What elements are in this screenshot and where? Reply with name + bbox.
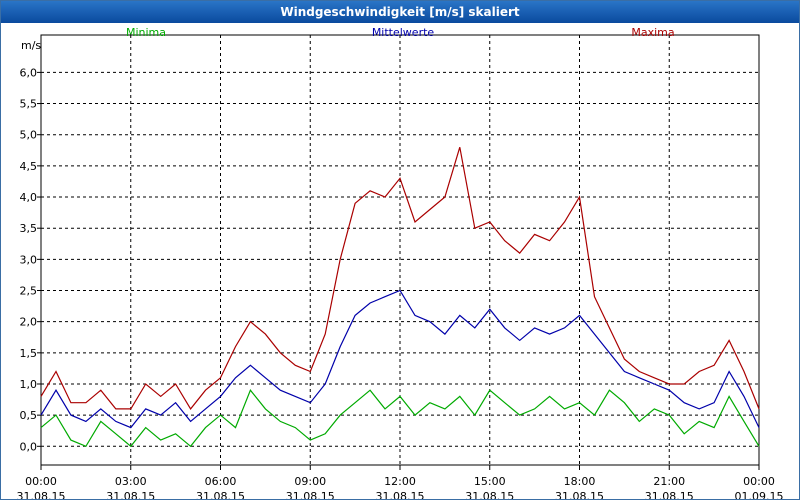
y-axis-ticks: 0,0 0,5 1,0 1,5 2,0 2,5 3,0 3,5 4,0 4,5 5,0 5,5 6,0 (20, 66, 41, 453)
y-tick-label: 2,5 (20, 285, 38, 298)
x-tick-date: 31.08.15 (555, 490, 604, 499)
x-tick-time: 06:00 (205, 475, 237, 488)
y-tick-label: 6,0 (20, 66, 38, 79)
legend-maxima: Maxima (631, 26, 674, 39)
y-tick-label: 4,0 (20, 191, 38, 204)
y-tick-label: 1,5 (20, 347, 38, 360)
x-tick-time: 15:00 (474, 475, 506, 488)
x-tick-date: 31.08.15 (286, 490, 335, 499)
x-tick-time: 00:00 (743, 475, 775, 488)
x-tick-time: 09:00 (294, 475, 326, 488)
y-tick-label: 1,0 (20, 378, 38, 391)
plot-area (40, 34, 760, 466)
y-tick-label: 4,5 (20, 160, 38, 173)
y-tick-label: 5,0 (20, 129, 38, 142)
y-axis-label: m/s (21, 39, 41, 52)
x-tick-time: 18:00 (564, 475, 596, 488)
x-tick-time: 03:00 (115, 475, 147, 488)
y-tick-label: 2,0 (20, 316, 38, 329)
y-tick-label: 0,5 (20, 409, 38, 422)
x-tick-date: 31.08.15 (376, 490, 425, 499)
wind-speed-chart: 0,00,51,01,52,02,53,03,54,04,55,05,56,0 … (17, 26, 784, 499)
x-tick-date: 01.09.15 (735, 490, 784, 499)
x-tick-date: 31.08.15 (17, 490, 66, 499)
legend-mittelwerte: Mittelwerte (372, 26, 435, 39)
x-axis-ticks: 00:00 31.08.15 03:00 31.08.15 06:00 31.08.15 0… (17, 465, 784, 499)
window-title: Windgeschwindigkeit [m/s] skaliert (1, 1, 799, 23)
x-tick-date: 31.08.15 (106, 490, 155, 499)
x-tick-date: 31.08.15 (196, 490, 245, 499)
x-tick-date: 31.08.15 (465, 490, 514, 499)
y-tick-label: 5,5 (20, 98, 38, 111)
y-tick-label: 3,5 (20, 222, 38, 235)
legend-minima: Minima (126, 26, 166, 39)
x-tick-time: 00:00 (25, 475, 57, 488)
x-tick-date: 31.08.15 (645, 490, 694, 499)
y-tick-label: 3,0 (20, 253, 38, 266)
y-tick-label: 0,0 (20, 440, 38, 453)
x-tick-time: 12:00 (384, 475, 416, 488)
chart-window: Windgeschwindigkeit [m/s] skaliert 0,0 0,… (0, 0, 800, 500)
x-tick-time: 21:00 (653, 475, 685, 488)
